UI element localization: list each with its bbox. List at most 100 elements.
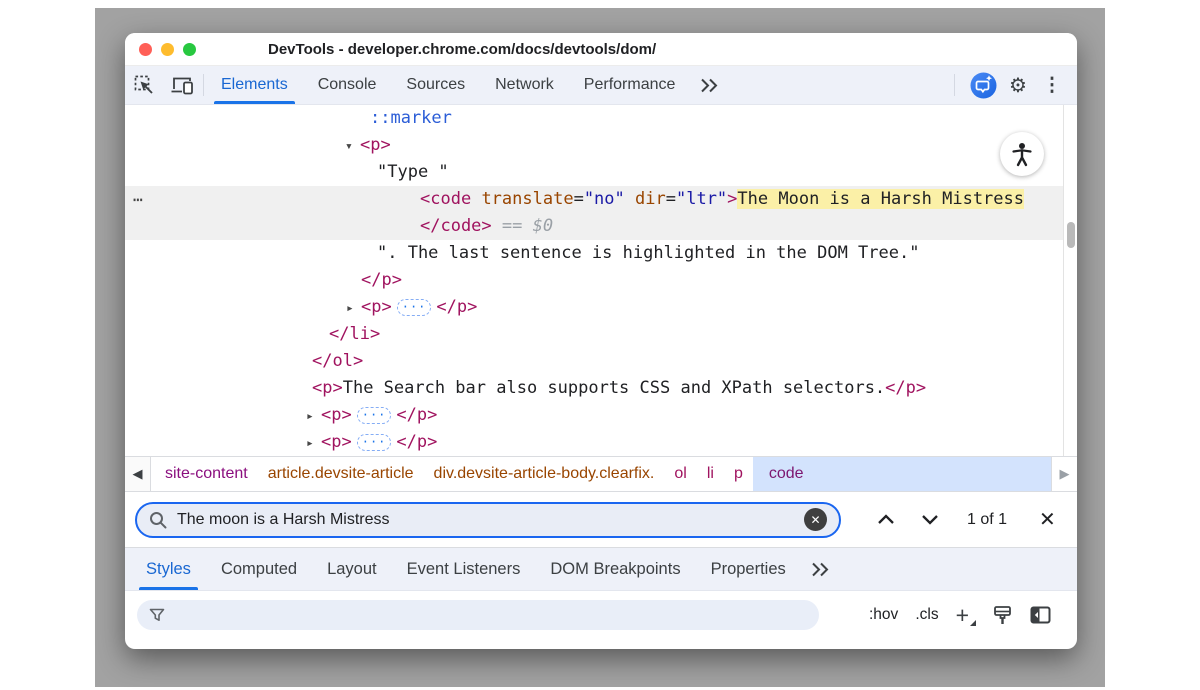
scrollbar-thumb[interactable] bbox=[1067, 222, 1075, 248]
paint-brush-icon bbox=[992, 605, 1013, 626]
styles-filter-field[interactable] bbox=[137, 600, 819, 630]
tag-token: <p> bbox=[321, 405, 352, 425]
tab-layout[interactable]: Layout bbox=[312, 548, 392, 590]
dom-tree-row[interactable]: ::marker bbox=[125, 105, 1063, 132]
accessibility-overlay-button[interactable] bbox=[1000, 132, 1044, 176]
tab-dom-breakpoints[interactable]: DOM Breakpoints bbox=[535, 548, 695, 590]
dom-tree-row[interactable]: ▸<p>···</p> bbox=[125, 294, 1063, 321]
text-token bbox=[471, 189, 481, 209]
tag-token: > bbox=[727, 189, 737, 209]
close-search-button[interactable]: ✕ bbox=[1039, 507, 1056, 532]
breadcrumb-bar: site-contentarticle.devsite-articlediv.d… bbox=[125, 456, 1077, 492]
more-tabs-icon bbox=[811, 562, 830, 577]
console-ref-token: == $0 bbox=[492, 216, 553, 236]
filter-input[interactable] bbox=[173, 607, 807, 624]
toolbar-right-group: ⚙ ⋮ bbox=[954, 66, 1077, 104]
plus-icon: + bbox=[956, 602, 969, 628]
breadcrumb: site-contentarticle.devsite-articlediv.d… bbox=[155, 457, 820, 491]
tab-event-listeners[interactable]: Event Listeners bbox=[392, 548, 536, 590]
search-field[interactable]: ✕ bbox=[135, 502, 841, 538]
elements-panel: ::marker▾<p>"Type "⋯<code translate="no"… bbox=[125, 105, 1077, 456]
zoom-window-button[interactable] bbox=[183, 43, 196, 56]
inspect-element-button[interactable] bbox=[125, 66, 163, 104]
dom-tree-row[interactable]: </ol> bbox=[125, 348, 1063, 375]
toggle-device-toolbar-button[interactable] bbox=[163, 66, 201, 104]
gear-icon: ⚙ bbox=[1009, 75, 1027, 97]
inline-expand-ellipsis-icon[interactable]: ··· bbox=[357, 407, 392, 424]
toggle-element-state-button[interactable]: :hov bbox=[869, 606, 898, 624]
tag-token: <p> bbox=[361, 297, 392, 317]
tag-token: </p> bbox=[396, 405, 437, 425]
text-token: = bbox=[574, 189, 584, 209]
settings-button[interactable]: ⚙ bbox=[1003, 73, 1033, 98]
search-input[interactable] bbox=[177, 511, 804, 529]
devtools-menu-button[interactable]: ⋮ bbox=[1037, 74, 1067, 97]
dock-sidebar-button[interactable] bbox=[1030, 606, 1051, 624]
breadcrumb-item-p[interactable]: p bbox=[724, 457, 753, 491]
dom-tree-row[interactable]: </code> == $0 bbox=[125, 213, 1063, 240]
inline-expand-ellipsis-icon[interactable]: ··· bbox=[397, 299, 432, 316]
search-nav-group: 1 of 1 ✕ bbox=[869, 503, 1064, 537]
breadcrumb-item-ol[interactable]: ol bbox=[664, 457, 696, 491]
tab-elements[interactable]: Elements bbox=[206, 66, 303, 104]
dom-tree-row[interactable]: <p>The Search bar also supports CSS and … bbox=[125, 375, 1063, 402]
breadcrumb-item-div-devsite-article-body-clearfix-[interactable]: div.devsite-article-body.clearfix. bbox=[424, 457, 665, 491]
search-icon bbox=[149, 511, 167, 529]
tree-expanded-arrow-icon[interactable]: ▾ bbox=[345, 133, 360, 160]
tab-properties[interactable]: Properties bbox=[696, 548, 801, 590]
tree-collapsed-arrow-icon[interactable]: ▸ bbox=[306, 403, 321, 430]
tab-network[interactable]: Network bbox=[480, 66, 569, 104]
attr-value-token: "ltr" bbox=[676, 189, 727, 209]
previous-result-button[interactable] bbox=[869, 503, 903, 537]
rendering-emulations-button[interactable] bbox=[992, 605, 1013, 626]
dom-tree-row[interactable]: ▸<p>···</p> bbox=[125, 429, 1063, 456]
tab-styles[interactable]: Styles bbox=[131, 548, 206, 590]
attr-name-token: dir bbox=[635, 189, 666, 209]
element-classes-button[interactable]: .cls bbox=[915, 606, 938, 624]
breadcrumb-scroll-left-button[interactable]: ◀ bbox=[125, 457, 151, 491]
dom-tree-row[interactable]: </p> bbox=[125, 267, 1063, 294]
more-sidebar-tabs-button[interactable] bbox=[801, 548, 840, 590]
vertical-scrollbar[interactable] bbox=[1063, 105, 1077, 456]
tree-collapsed-arrow-icon[interactable]: ▸ bbox=[306, 430, 321, 457]
main-tabs: ElementsConsoleSourcesNetworkPerformance bbox=[206, 66, 690, 104]
chevron-down-icon bbox=[921, 514, 939, 525]
sidebar-tab-bar: StylesComputedLayoutEvent ListenersDOM B… bbox=[125, 548, 1077, 591]
tab-computed[interactable]: Computed bbox=[206, 548, 312, 590]
toolbar-separator bbox=[203, 74, 204, 96]
dom-tree-row[interactable]: ▸<p> ···</p> bbox=[125, 402, 1063, 429]
attr-value-token: "no" bbox=[584, 189, 625, 209]
tab-performance[interactable]: Performance bbox=[569, 66, 691, 104]
breadcrumb-item-article-devsite-article[interactable]: article.devsite-article bbox=[258, 457, 424, 491]
dom-tree-row[interactable]: ". The last sentence is highlighted in t… bbox=[125, 240, 1063, 267]
tag-token: <p> bbox=[360, 135, 391, 155]
next-result-button[interactable] bbox=[913, 503, 947, 537]
inline-expand-ellipsis-icon[interactable]: ··· bbox=[357, 434, 392, 451]
more-tabs-button[interactable] bbox=[690, 66, 729, 104]
dom-tree-row[interactable]: ▾<p> bbox=[125, 132, 1063, 159]
tree-collapsed-arrow-icon[interactable]: ▸ bbox=[346, 295, 361, 322]
clear-search-button[interactable]: ✕ bbox=[804, 508, 827, 531]
screenshot-stage: DevTools - developer.chrome.com/docs/dev… bbox=[0, 0, 1200, 690]
tag-token: <p> bbox=[312, 378, 343, 398]
dom-tree-row[interactable]: </li> bbox=[125, 321, 1063, 348]
text-token: = bbox=[666, 189, 676, 209]
close-window-button[interactable] bbox=[139, 43, 152, 56]
main-toolbar: ElementsConsoleSourcesNetworkPerformance bbox=[125, 66, 1077, 105]
tab-sources[interactable]: Sources bbox=[391, 66, 480, 104]
dom-tree-row[interactable]: "Type " bbox=[125, 159, 1063, 186]
breadcrumb-item-li[interactable]: li bbox=[697, 457, 724, 491]
row-ellipsis-icon: ⋯ bbox=[133, 186, 144, 213]
breadcrumb-scroll-right-button[interactable]: ▶ bbox=[1051, 457, 1077, 491]
title-bar: DevTools - developer.chrome.com/docs/dev… bbox=[125, 33, 1077, 66]
minimize-window-button[interactable] bbox=[161, 43, 174, 56]
panel-collapse-icon bbox=[1030, 606, 1051, 624]
ai-assistance-button[interactable] bbox=[967, 72, 999, 99]
breadcrumb-item-code[interactable]: code bbox=[753, 457, 820, 491]
breadcrumb-item-site-content[interactable]: site-content bbox=[155, 457, 258, 491]
tag-token: </li> bbox=[329, 324, 380, 344]
tab-console[interactable]: Console bbox=[303, 66, 392, 104]
dom-tree-row[interactable]: ⋯<code translate="no" dir="ltr">The Moon… bbox=[125, 186, 1063, 213]
tag-token: <p> bbox=[321, 432, 352, 452]
new-style-rule-button[interactable]: + bbox=[956, 605, 975, 625]
